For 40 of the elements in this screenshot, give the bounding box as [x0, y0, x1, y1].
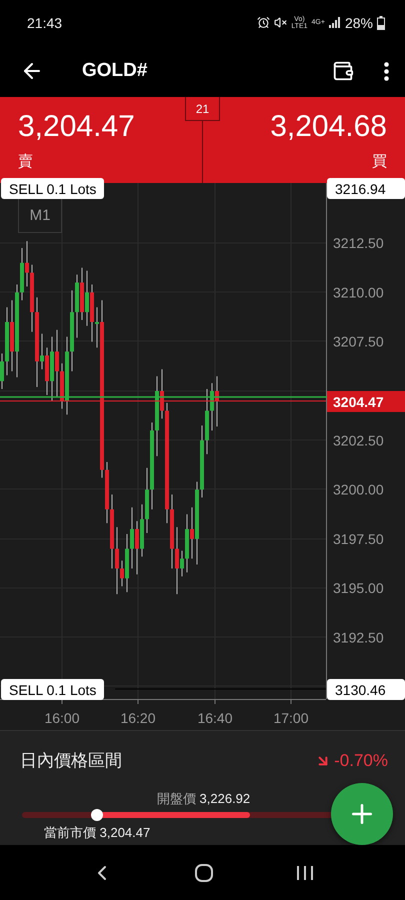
order-price-label: 3130.46 [327, 679, 405, 700]
nav-home-button[interactable] [194, 862, 214, 882]
sell-label: 賣 [18, 152, 33, 170]
price-axis-label: 3212.50 [333, 235, 384, 252]
mute-icon [274, 16, 288, 29]
current-price-tag: 3204.47 [327, 391, 405, 412]
sell-price: 3,204.47 [18, 110, 135, 144]
alarm-icon [257, 16, 270, 29]
range-title: 日內價格區間 [20, 750, 122, 772]
buy-price: 3,204.68 [270, 110, 387, 144]
order-label[interactable]: SELL 0.1 Lots [1, 178, 104, 199]
status-time: 21:43 [27, 14, 62, 30]
wallet-icon [332, 60, 354, 82]
wallet-button[interactable] [332, 60, 354, 82]
price-axis-label: 3195.00 [333, 580, 384, 596]
open-price-label: 開盤價 3,226.92 [156, 790, 250, 808]
time-axis-label: 17:00 [273, 710, 309, 726]
signal-icon [328, 17, 341, 28]
buy-label: 買 [372, 152, 387, 170]
more-button[interactable] [384, 62, 389, 80]
time-axis-label: 16:40 [197, 710, 233, 726]
price-axis-label: 3192.50 [333, 630, 384, 646]
price-axis-label: 3207.50 [333, 334, 384, 350]
time-axis-label: 16:20 [120, 710, 156, 726]
price-axis-label: 3210.00 [333, 284, 384, 300]
current-price-label: 當前市價 3,204.47 [44, 824, 150, 842]
battery-percent: 28% [344, 14, 373, 30]
spread-value: 21 [185, 97, 220, 121]
order-price-label: 3216.94 [327, 178, 405, 199]
order-label[interactable]: SELL 0.1 Lots [1, 679, 104, 700]
more-icon [384, 62, 389, 80]
battery-icon [377, 16, 385, 30]
time-axis-label: 16:00 [44, 710, 80, 726]
price-axis-label: 3197.50 [333, 530, 384, 547]
price-axis-label: 3202.50 [333, 432, 384, 448]
nav-recents-button[interactable] [294, 864, 315, 882]
price-axis-label: 3200.00 [333, 482, 384, 498]
current-price-dot [91, 809, 104, 821]
symbol-title: GOLD# [82, 60, 148, 82]
change-percent: -0.70% [334, 750, 388, 770]
